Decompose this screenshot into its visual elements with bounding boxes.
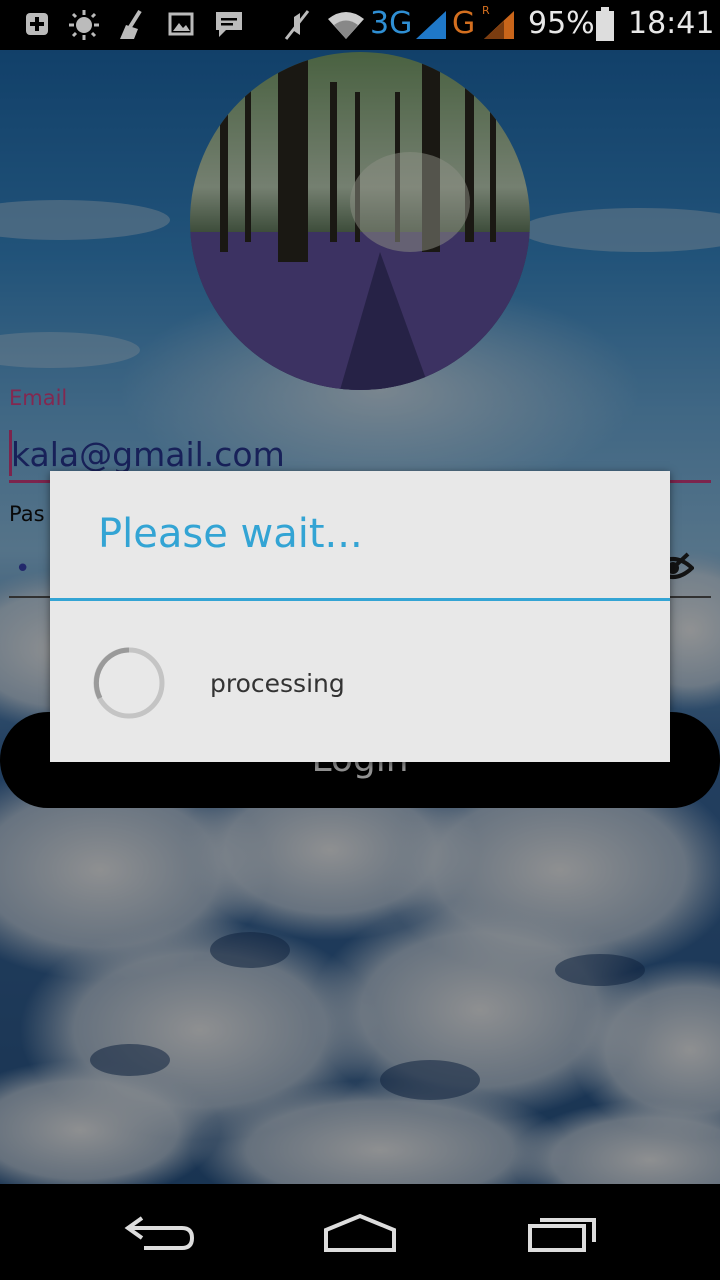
roaming-network-label: G bbox=[452, 6, 476, 41]
status-bar: 3G G R 95% 18:41 bbox=[0, 0, 720, 50]
login-screen: Email Pas • • Login Please wait... proce… bbox=[0, 50, 720, 1184]
home-icon[interactable] bbox=[322, 1212, 398, 1254]
battery-percent: 95% bbox=[528, 6, 595, 41]
mute-icon bbox=[284, 10, 310, 40]
add-icon bbox=[26, 13, 48, 35]
recents-icon[interactable] bbox=[526, 1212, 598, 1254]
progress-dialog: Please wait... processing bbox=[50, 471, 670, 762]
loading-spinner-icon bbox=[93, 647, 165, 719]
dialog-message: processing bbox=[210, 669, 345, 698]
back-icon[interactable] bbox=[124, 1212, 196, 1254]
clock: 18:41 bbox=[628, 6, 715, 41]
dialog-divider bbox=[50, 598, 670, 601]
navigation-bar bbox=[0, 1184, 720, 1280]
network-type-label: 3G bbox=[370, 6, 413, 41]
wifi-icon bbox=[328, 12, 364, 39]
dialog-title: Please wait... bbox=[98, 511, 363, 557]
cleaner-icon bbox=[120, 9, 142, 39]
signal-icon bbox=[484, 11, 514, 39]
brightness-icon bbox=[69, 10, 99, 40]
message-icon bbox=[216, 12, 242, 37]
signal-icon bbox=[416, 11, 446, 39]
gallery-icon bbox=[168, 12, 194, 36]
battery-icon bbox=[596, 7, 614, 41]
